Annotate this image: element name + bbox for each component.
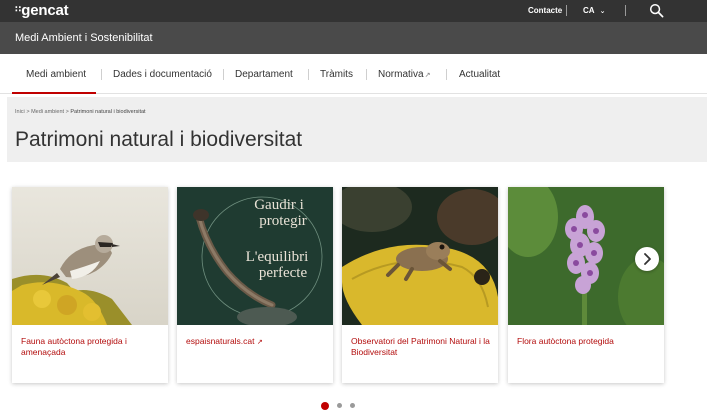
carousel-dot[interactable] bbox=[337, 403, 342, 408]
card-label[interactable]: espaisnaturals.cat ↗ bbox=[186, 336, 326, 348]
nav-item-medi-ambient[interactable]: Medi ambient bbox=[26, 69, 86, 80]
chevron-down-icon: ⌄ bbox=[599, 8, 606, 15]
card-espaisnaturals[interactable]: Gaudir i protegir L'equilibri perfecte e… bbox=[177, 187, 333, 383]
search-icon[interactable] bbox=[649, 3, 664, 18]
nav-active-indicator bbox=[12, 92, 96, 94]
gencat-logo[interactable]: ∷gencat bbox=[15, 2, 69, 19]
card-label[interactable]: Fauna autòctona protegida i amenaçada bbox=[21, 336, 161, 358]
chevron-right-icon bbox=[644, 253, 651, 265]
gencat-logo-mark: ∷ bbox=[15, 4, 21, 14]
carousel-dot[interactable] bbox=[350, 403, 355, 408]
site-header: Medi Ambient i Sostenibilitat bbox=[0, 22, 707, 54]
card-image-promo: Gaudir i protegir L'equilibri perfecte bbox=[177, 187, 333, 325]
breadcrumb: Inici > Medi ambient > Patrimoni natural… bbox=[15, 109, 146, 115]
main-nav: Medi ambient Dades i documentació Depart… bbox=[0, 54, 707, 94]
top-divider bbox=[625, 5, 626, 16]
contact-link[interactable]: Contacte bbox=[528, 6, 562, 15]
carousel-next-button[interactable] bbox=[635, 247, 659, 271]
nav-item-normativa-label: Normativa bbox=[378, 69, 424, 80]
nav-item-departament[interactable]: Departament bbox=[235, 69, 293, 80]
card-label-text: espaisnaturals.cat bbox=[186, 336, 255, 346]
nav-item-actualitat[interactable]: Actualitat bbox=[459, 69, 500, 80]
language-label: CA bbox=[583, 6, 595, 15]
promo-text: L'equilibri bbox=[246, 249, 309, 265]
card-label[interactable]: Observatori del Patrimoni Natural i la B… bbox=[351, 336, 491, 358]
nav-item-dades-documentacio[interactable]: Dades i documentació bbox=[113, 69, 212, 80]
nav-item-normativa[interactable]: Normativa↗ bbox=[378, 69, 430, 80]
card-image-bird bbox=[12, 187, 168, 325]
page-header: Inici > Medi ambient > Patrimoni natural… bbox=[7, 97, 707, 162]
promo-text: Gaudir i bbox=[254, 197, 304, 213]
card-image-frog bbox=[342, 187, 498, 325]
card-fauna[interactable]: Fauna autòctona protegida i amenaçada bbox=[12, 187, 168, 383]
card-observatori[interactable]: Observatori del Patrimoni Natural i la B… bbox=[342, 187, 498, 383]
nav-divider bbox=[101, 69, 102, 80]
external-link-icon: ↗ bbox=[424, 72, 431, 79]
card-label[interactable]: Flora autòctona protegida bbox=[517, 336, 657, 347]
site-title[interactable]: Medi Ambient i Sostenibilitat bbox=[15, 32, 153, 44]
nav-divider bbox=[308, 69, 309, 80]
nav-divider bbox=[446, 69, 447, 80]
breadcrumb-section[interactable]: Medi ambient bbox=[31, 109, 64, 115]
promo-text: perfecte bbox=[259, 265, 308, 281]
page-title: Patrimoni natural i biodiversitat bbox=[15, 128, 303, 151]
gencat-logo-text: gencat bbox=[21, 2, 69, 19]
breadcrumb-separator: > bbox=[65, 109, 69, 115]
card-flora[interactable]: Flora autòctona protegida bbox=[508, 187, 664, 383]
breadcrumb-current: Patrimoni natural i biodiversitat bbox=[70, 109, 146, 115]
carousel-dot-active[interactable] bbox=[321, 402, 329, 410]
top-divider bbox=[566, 5, 567, 16]
top-bar: ∷gencat Contacte CA ⌄ bbox=[0, 0, 707, 22]
nav-divider bbox=[223, 69, 224, 80]
nav-divider bbox=[366, 69, 367, 80]
promo-text: protegir bbox=[259, 213, 306, 229]
nav-item-tramits[interactable]: Tràmits bbox=[320, 69, 353, 80]
language-selector[interactable]: CA ⌄ bbox=[583, 6, 605, 15]
breadcrumb-separator: > bbox=[26, 109, 30, 115]
external-link-icon: ↗ bbox=[256, 339, 263, 346]
breadcrumb-home[interactable]: Inici bbox=[15, 109, 25, 115]
